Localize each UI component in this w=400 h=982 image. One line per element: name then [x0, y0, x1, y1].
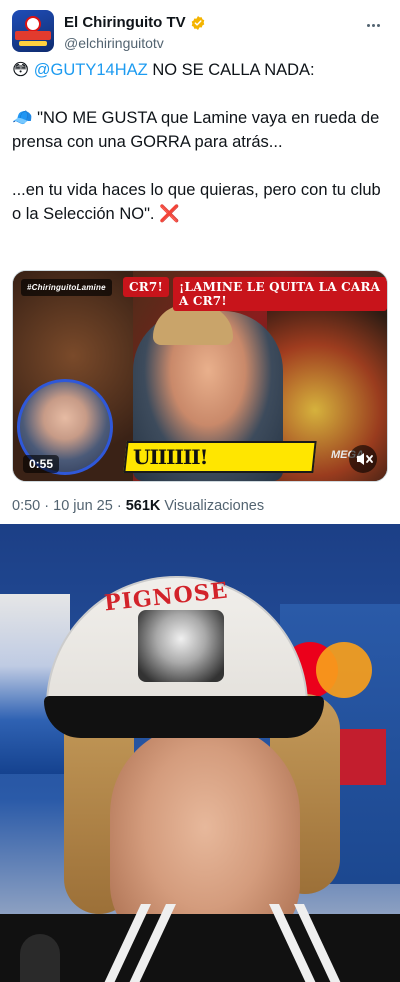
- video-duration: 0:55: [23, 455, 60, 473]
- author-names: El Chiringuito TV @elchiringuitotv: [64, 14, 206, 52]
- mute-icon-glyph: [357, 453, 373, 465]
- mention-link[interactable]: @GUTY14HAZ: [34, 61, 148, 79]
- views-label[interactable]: Visualizaciones: [160, 498, 264, 514]
- video-brand-chip: #ChiringuitoLamine: [21, 279, 112, 296]
- meta-separator-1: ·: [40, 498, 54, 514]
- tweet-meta: 0:50 · 10 jun 25 · 561K Visualizaciones: [12, 496, 264, 516]
- cap-icon: 🧢: [12, 108, 33, 127]
- attached-photo[interactable]: PIGNOSE: [0, 524, 400, 982]
- tweet-header: El Chiringuito TV @elchiringuitotv: [12, 8, 388, 54]
- avatar-band-shape: [15, 31, 51, 40]
- tweet: El Chiringuito TV @elchiringuitotv 😳 @GU…: [0, 0, 400, 524]
- cross-mark-icon: ❌: [159, 204, 180, 223]
- tweet-line1: 😳 @GUTY14HAZ NO SE CALLA NADA:: [12, 58, 388, 82]
- avatar[interactable]: [12, 10, 54, 52]
- cap-brim: [44, 696, 324, 738]
- tweet-body: 😳 @GUTY14HAZ NO SE CALLA NADA: 🧢 "NO ME …: [12, 58, 388, 250]
- subject-sweater: [0, 914, 400, 982]
- verified-badge-icon: [191, 16, 204, 30]
- video-title-chip: ¡LAMINE LE QUITA LA CARA A CR7!: [173, 277, 387, 311]
- tweet-quote: 🧢 "NO ME GUSTA que Lamine vaya en rueda …: [12, 106, 388, 154]
- tweet-second: ...en tu vida haces lo que quieras, pero…: [12, 178, 388, 226]
- tweet-time[interactable]: 0:50: [12, 498, 40, 514]
- tweet-quote-text: "NO ME GUSTA que Lamine vaya en rueda de…: [12, 109, 380, 151]
- views-count[interactable]: 561K: [126, 498, 161, 514]
- tweet-date[interactable]: 10 jun 25: [53, 498, 113, 514]
- video-ticker-text: UIIIIII!: [133, 445, 208, 469]
- meta-separator-2: ·: [112, 498, 126, 514]
- video-player[interactable]: #ChiringuitoLamine CR7! ¡LAMINE LE QUITA…: [12, 270, 388, 482]
- tweet-line1-text: NO SE CALLA NADA:: [147, 61, 315, 79]
- video-ticker: UIIIIII!: [123, 441, 317, 473]
- avatar-band2-shape: [19, 41, 47, 46]
- avatar-ball-shape: [25, 16, 41, 32]
- microphone: [20, 934, 60, 982]
- video-cr7-chip: CR7!: [123, 277, 169, 297]
- more-options-icon[interactable]: [366, 14, 386, 32]
- author-handle[interactable]: @elchiringuitotv: [64, 34, 206, 52]
- author-display-name-row[interactable]: El Chiringuito TV: [64, 14, 206, 32]
- flushed-face-icon: 😳: [12, 60, 30, 79]
- tweet-second-text: ...en tu vida haces lo que quieras, pero…: [12, 181, 381, 223]
- author-display-name[interactable]: El Chiringuito TV: [64, 14, 186, 32]
- mute-icon[interactable]: [349, 445, 377, 473]
- cap-print-image: [138, 610, 224, 682]
